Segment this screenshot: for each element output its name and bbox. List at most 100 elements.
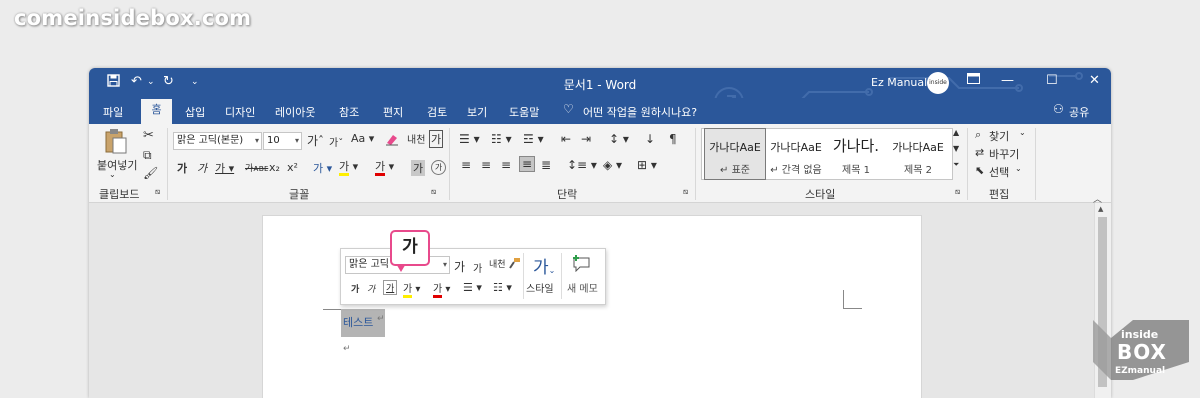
scroll-up-icon[interactable]: ▲ — [1098, 205, 1103, 213]
tab-design[interactable]: 디자인 — [225, 104, 255, 120]
tab-file[interactable]: 파일 — [103, 104, 123, 120]
tab-home[interactable]: 홈 — [141, 99, 172, 125]
highlight-color-icon[interactable]: 가 ▾ — [339, 158, 358, 176]
show-marks-icon[interactable]: ¶ — [669, 132, 677, 146]
avatar[interactable]: inside — [927, 72, 949, 94]
find-icon[interactable]: ⌕ — [975, 128, 981, 142]
tab-help[interactable]: 도움말 — [509, 104, 539, 120]
style-no-spacing[interactable]: 가나다AaE ↵ 간격 없음 — [766, 129, 826, 179]
italic-icon[interactable]: 가 — [367, 282, 375, 295]
align-right-icon[interactable]: ≡ — [501, 158, 511, 172]
share-button[interactable]: 공유 — [1069, 104, 1089, 120]
replace-button[interactable]: 바꾸기 — [989, 146, 1019, 162]
phonetic-guide-icon[interactable]: 내천 — [489, 257, 506, 270]
user-name[interactable]: Ez Manual — [871, 76, 927, 89]
bullets-icon[interactable]: ☰ ▾ — [459, 132, 480, 146]
font-group-label: 글꼴 — [289, 188, 310, 201]
find-button[interactable]: 찾기 — [989, 128, 1009, 144]
styles-scroll-up-icon[interactable]: ▲ — [953, 128, 959, 137]
tab-insert[interactable]: 삽입 — [185, 104, 205, 120]
align-left-icon[interactable]: ≡ — [461, 158, 471, 172]
clipboard-launcher-icon[interactable]: ⧅ — [155, 187, 160, 197]
numbering-icon[interactable]: ☷ ▾ — [491, 132, 512, 146]
styles-icon[interactable]: 가⌄ — [533, 253, 555, 278]
replace-icon[interactable]: ⇄ — [975, 146, 984, 159]
copy-icon[interactable]: ⧉ — [143, 148, 152, 163]
paste-icon[interactable] — [105, 128, 127, 157]
multilevel-list-icon[interactable]: ☲ ▾ — [523, 132, 544, 146]
tab-layout[interactable]: 레이아웃 — [275, 104, 315, 120]
decrease-indent-icon[interactable]: ⇤ — [561, 132, 571, 146]
borders-icon[interactable]: ⊞ ▾ — [637, 158, 657, 172]
clear-formatting-icon[interactable] — [385, 132, 399, 149]
lightbulb-icon[interactable]: ♡ — [563, 102, 574, 116]
numbering-icon[interactable]: ☷ ▾ — [493, 281, 512, 294]
distributed-icon[interactable]: ≣ — [541, 158, 551, 172]
change-case-icon[interactable]: Aa ▾ — [351, 132, 374, 145]
mini-new-comment-button[interactable]: 새 메모 — [567, 280, 598, 295]
select-button[interactable]: 선택 — [989, 164, 1009, 180]
close-icon[interactable]: ✕ — [1089, 73, 1100, 88]
ribbon-display-options-icon[interactable] — [967, 73, 980, 88]
bold-icon[interactable]: 가 — [351, 282, 359, 295]
document-text-line1[interactable]: 테스트 — [343, 314, 373, 330]
tab-view[interactable]: 보기 — [467, 104, 487, 120]
cut-icon[interactable]: ✂ — [143, 128, 154, 143]
font-name-select[interactable]: 맑은 고딕(본문) ▾ — [173, 132, 262, 150]
font-size-select[interactable]: 10 ▾ — [263, 132, 302, 150]
italic-icon[interactable]: 가 — [197, 160, 207, 176]
sort-icon[interactable]: ↓ — [645, 132, 655, 146]
chevron-down-icon[interactable]: ⌄ — [1015, 164, 1022, 173]
grow-font-icon[interactable]: 가 — [454, 258, 465, 275]
shrink-font-icon[interactable]: 가ˇ — [329, 134, 343, 149]
format-painter-icon[interactable]: 🖌 — [143, 166, 158, 180]
style-heading-2[interactable]: 가나다AaE 제목 2 — [888, 129, 948, 179]
styles-scroll-down-icon[interactable]: ▼ — [953, 144, 959, 153]
phonetic-guide-icon[interactable]: 내천 — [407, 131, 425, 146]
subscript-icon[interactable]: x₂ — [269, 161, 280, 174]
document-page[interactable] — [262, 215, 922, 398]
paragraph-launcher-icon[interactable]: ⧅ — [683, 187, 688, 197]
underline-icon[interactable]: 가 ▾ — [215, 160, 234, 176]
person-icon[interactable]: ⚇ — [1053, 102, 1064, 116]
line-spacing-icon[interactable]: ↕≡ ▾ — [567, 158, 597, 172]
character-shading-icon[interactable]: 가 — [411, 160, 426, 176]
increase-indent-icon[interactable]: ⇥ — [581, 132, 591, 146]
tab-mailings[interactable]: 편지 — [383, 104, 403, 120]
minimize-icon[interactable]: — — [1001, 73, 1014, 88]
style-normal[interactable]: 가나다AaE ↵ 표준 — [704, 128, 766, 180]
shading-icon[interactable]: ◈ ▾ — [603, 158, 622, 172]
paste-button[interactable]: 붙여넣기 — [97, 157, 137, 173]
styles-more-icon[interactable]: ⏷ — [953, 160, 959, 170]
align-center-icon[interactable]: ≡ — [481, 158, 491, 172]
underline-icon[interactable]: 가 — [383, 280, 398, 295]
chevron-down-icon[interactable]: ⌄ — [1019, 128, 1026, 137]
styles-gallery[interactable]: 가나다AaE ↵ 표준 가나다AaE ↵ 간격 없음 가나다. 제목 1 가나다… — [701, 128, 953, 180]
character-border-icon[interactable]: 가 — [429, 130, 444, 148]
highlight-color-icon[interactable]: 가 ▾ — [403, 280, 420, 298]
grow-font-icon[interactable]: 가ˆ — [307, 132, 324, 149]
tab-references[interactable]: 참조 — [339, 104, 359, 120]
paste-dropdown-icon[interactable]: ⌄ — [109, 170, 116, 179]
justify-icon[interactable]: ≡ — [519, 156, 536, 172]
font-launcher-icon[interactable]: ⧅ — [431, 187, 436, 197]
new-comment-icon[interactable] — [571, 254, 591, 275]
select-icon[interactable]: ⬉ — [975, 164, 984, 177]
styles-launcher-icon[interactable]: ⧅ — [955, 187, 960, 197]
maximize-icon[interactable]: ☐ — [1046, 73, 1058, 88]
tell-me-search[interactable]: 어떤 작업을 원하시나요? — [583, 104, 697, 120]
bullets-icon[interactable]: ☰ ▾ — [463, 281, 482, 294]
strikethrough-icon[interactable]: 가ᴀʙᴇ — [245, 161, 268, 174]
font-color-icon[interactable]: 가 ▾ — [433, 280, 450, 298]
bold-icon[interactable]: 가 — [177, 160, 187, 176]
superscript-icon[interactable]: x² — [287, 161, 298, 174]
enclose-characters-icon[interactable]: 가 — [431, 160, 446, 175]
text-direction-icon[interactable]: ↕ ▾ — [609, 132, 629, 146]
shrink-font-icon[interactable]: 가 — [473, 260, 482, 275]
font-color-icon[interactable]: 가 ▾ — [375, 158, 394, 176]
tab-review[interactable]: 검토 — [427, 104, 447, 120]
format-painter-icon[interactable] — [509, 257, 521, 272]
text-effects-icon[interactable]: 가 ▾ — [313, 160, 332, 176]
style-heading-1[interactable]: 가나다. 제목 1 — [826, 129, 886, 179]
mini-styles-button[interactable]: 스타일 — [526, 280, 554, 295]
